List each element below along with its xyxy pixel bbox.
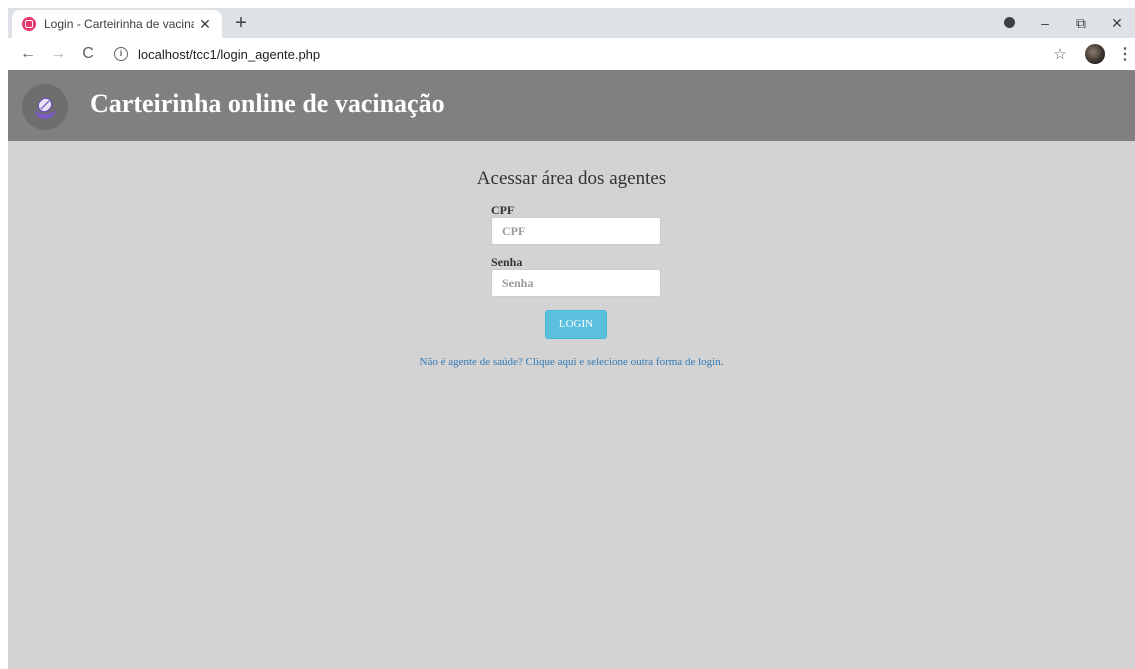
page-content: Carteirinha online de vacinação Acessar …: [8, 70, 1135, 669]
senha-input[interactable]: [491, 269, 661, 297]
browser-window: Login - Carteirinha de vacinação ✕ + – ⧉…: [8, 8, 1135, 669]
tab-title: Login - Carteirinha de vacinação: [44, 17, 194, 31]
toolbar-right: ☆ ⋮: [1045, 38, 1135, 70]
restore-icon[interactable]: ⧉: [1063, 15, 1099, 32]
menu-dots-icon[interactable]: ⋮: [1115, 44, 1135, 64]
cpf-label: CPF: [491, 203, 515, 217]
login-button[interactable]: LOGIN: [545, 310, 607, 339]
browser-toolbar: ← → C i localhost/tcc1/login_agente.php …: [8, 38, 1135, 70]
browser-tab[interactable]: Login - Carteirinha de vacinação ✕: [12, 10, 222, 38]
site-title: Carteirinha online de vacinação: [90, 89, 445, 118]
minimize-icon[interactable]: –: [1027, 15, 1063, 31]
profile-avatar[interactable]: [1085, 44, 1105, 64]
profile-indicator-icon[interactable]: [991, 15, 1027, 31]
reload-icon[interactable]: C: [76, 42, 100, 66]
address-bar[interactable]: localhost/tcc1/login_agente.php: [138, 47, 320, 62]
window-controls: – ⧉ ✕: [991, 8, 1135, 38]
cpf-input[interactable]: [491, 217, 661, 245]
site-info-icon[interactable]: i: [114, 47, 128, 61]
close-window-icon[interactable]: ✕: [1099, 15, 1135, 32]
tab-close-icon[interactable]: ✕: [196, 15, 214, 33]
new-tab-button[interactable]: +: [230, 12, 252, 34]
alternate-login-link[interactable]: Não é agente de saúde? Clique aqui e sel…: [8, 356, 1135, 368]
bookmark-star-icon[interactable]: ☆: [1045, 45, 1075, 63]
form-title: Acessar área dos agentes: [476, 168, 667, 189]
site-header: Carteirinha online de vacinação: [8, 70, 1135, 141]
site-favicon-icon: [22, 17, 36, 31]
forward-arrow-icon[interactable]: →: [46, 42, 70, 66]
back-arrow-icon[interactable]: ←: [16, 42, 40, 66]
vaccine-logo-icon: [22, 84, 68, 130]
tab-strip: Login - Carteirinha de vacinação ✕ + – ⧉…: [8, 8, 1135, 38]
senha-label: Senha: [491, 255, 523, 269]
